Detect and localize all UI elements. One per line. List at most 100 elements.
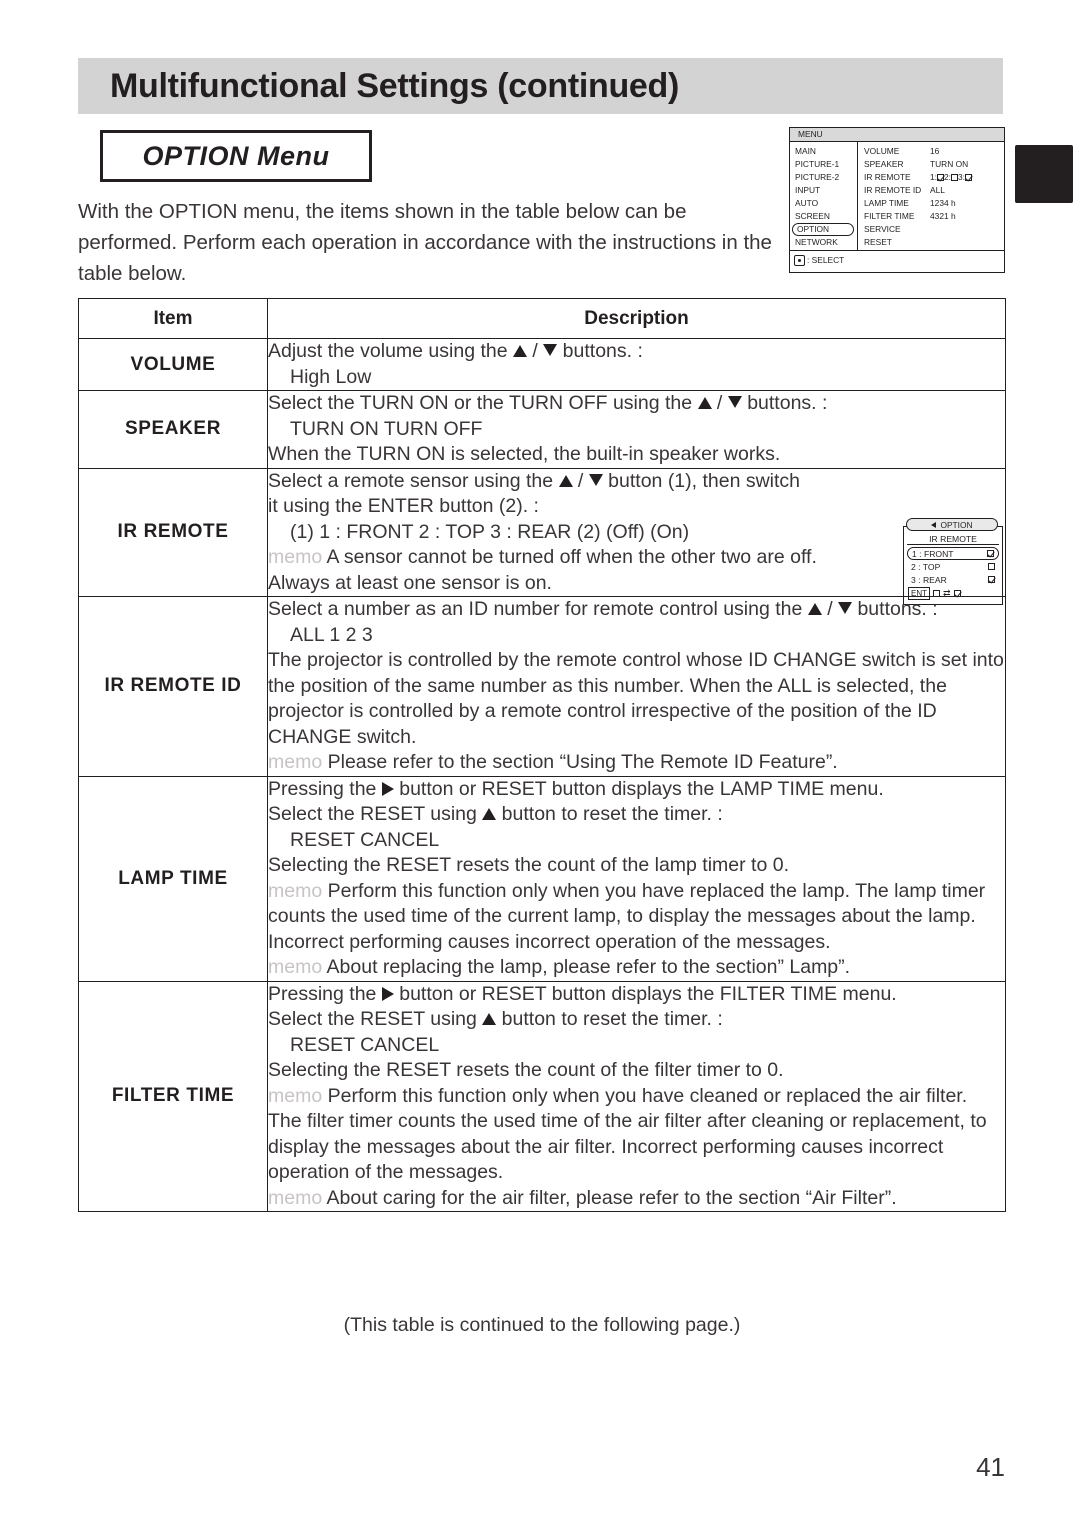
- desc-text: Perform this function only when you have…: [268, 1084, 987, 1184]
- osd-value-speaker: TURN ON: [930, 159, 969, 169]
- desc-line: When the TURN ON is selected, the built-…: [268, 443, 781, 465]
- triangle-down-icon: [727, 396, 742, 408]
- osd-row-volume[interactable]: VOLUME 16: [864, 145, 1004, 158]
- desc-text: About replacing the lamp, please refer t…: [322, 956, 851, 978]
- item-label-ir-remote: IR REMOTE: [78, 467, 268, 597]
- desc-line: The projector is controlled by the remot…: [268, 649, 1004, 748]
- desc-line-options: High Low: [290, 365, 372, 388]
- desc-line: Selecting the RESET resets the count of …: [268, 854, 789, 876]
- option-menu-table: Item Description VOLUME Adjust the volum…: [78, 298, 1006, 1212]
- desc-text: Select the TURN ON or the TURN OFF using…: [268, 392, 698, 414]
- desc-line: Adjust the volume using the / buttons. :: [268, 339, 1005, 365]
- item-label-volume: VOLUME: [78, 338, 268, 391]
- checkbox-sensor-2-icon: [951, 174, 958, 181]
- desc-text: buttons. :: [557, 340, 643, 362]
- desc-text: /: [821, 598, 839, 620]
- intro-paragraph: With the OPTION menu, the items shown in…: [78, 200, 772, 285]
- osd-row-lamp-time[interactable]: LAMP TIME 1234 h: [864, 197, 1004, 210]
- memo-label: memo: [268, 751, 323, 773]
- desc-line: Select the RESET using button to reset t…: [268, 802, 1005, 828]
- memo-label: memo: [268, 1186, 323, 1209]
- desc-text: button to reset the timer. :: [496, 803, 723, 825]
- desc-line-options: TURN ON TURN OFF: [290, 417, 483, 440]
- osd-row-ir-remote-id[interactable]: IR REMOTE ID ALL: [864, 184, 1004, 197]
- desc-text: /: [711, 392, 728, 414]
- osd-menu-item-main[interactable]: MAIN: [795, 145, 857, 158]
- desc-text: buttons. :: [852, 598, 938, 620]
- osd-row-ir-remote[interactable]: IR REMOTE 1: 2: 3:: [864, 171, 1004, 184]
- desc-line-options: RESET CANCEL: [290, 1033, 440, 1056]
- triangle-up-icon: [807, 603, 822, 615]
- desc-text: Pressing the: [268, 777, 382, 800]
- osd-row-filter-time[interactable]: FILTER TIME 4321 h: [864, 210, 1004, 223]
- desc-line: it using the ENTER button (2). :: [268, 495, 539, 517]
- description-lamp-time: Pressing the button or RESET button disp…: [267, 775, 1006, 982]
- desc-line-memo: memo A sensor cannot be turned off when …: [268, 545, 1005, 571]
- osd-key-service: SERVICE: [864, 224, 901, 234]
- osd-footer: : SELECT: [790, 250, 1004, 270]
- memo-label: memo: [268, 1084, 323, 1107]
- checkbox-sensor-1-icon: [937, 174, 944, 181]
- osd-menu-item-auto[interactable]: AUTO: [795, 197, 857, 210]
- column-header-description: Description: [267, 298, 1006, 339]
- table-row: SPEAKER Select the TURN ON or the TURN O…: [78, 390, 1006, 469]
- item-label-filter-time: FILTER TIME: [78, 980, 268, 1212]
- dpad-icon: [794, 255, 805, 266]
- desc-text: Pressing the: [268, 982, 382, 1005]
- osd-menu-item-network[interactable]: NETWORK: [795, 236, 857, 249]
- osd-value-volume: 16: [930, 146, 940, 156]
- osd-menu-item-input[interactable]: INPUT: [795, 184, 857, 197]
- desc-text: Select the RESET using: [268, 1008, 483, 1030]
- triangle-up-icon: [512, 345, 527, 357]
- description-speaker: Select the TURN ON or the TURN OFF using…: [267, 390, 1006, 469]
- desc-line-memo: memo About caring for the air filter, pl…: [268, 1186, 1005, 1212]
- item-label-ir-remote-id: IR REMOTE ID: [78, 596, 268, 777]
- desc-text: buttons. :: [741, 392, 828, 414]
- osd-footer-label: : SELECT: [807, 255, 845, 266]
- osd-key-reset: RESET: [864, 237, 892, 247]
- desc-line-memo: memo About replacing the lamp, please re…: [268, 955, 1005, 981]
- triangle-up-icon: [697, 397, 712, 409]
- desc-text: /: [526, 340, 544, 362]
- desc-line: Select a remote sensor using the / butto…: [268, 469, 1005, 495]
- desc-text: About caring for the air filter, please …: [322, 1186, 897, 1209]
- desc-line: Selecting the RESET resets the count of …: [268, 1059, 784, 1081]
- osd-menu-item-picture-2[interactable]: PICTURE-2: [795, 171, 857, 184]
- osd-right-column: VOLUME 16 SPEAKER TURN ON IR REMOTE 1: 2:…: [858, 142, 1004, 250]
- osd-value-reset: [930, 236, 1004, 249]
- osd-sub-back-tab[interactable]: OPTION: [906, 518, 998, 531]
- desc-text: button or RESET button displays the FILT…: [393, 982, 897, 1005]
- osd-menu-item-screen[interactable]: SCREEN: [795, 210, 857, 223]
- desc-text: Adjust the volume using the: [268, 340, 513, 362]
- continued-note: (This table is continued to the followin…: [343, 1314, 741, 1336]
- osd-key-ir-remote: IR REMOTE: [864, 172, 911, 182]
- osd-menu-item-picture-1[interactable]: PICTURE-1: [795, 158, 857, 171]
- desc-line: Pressing the button or RESET button disp…: [268, 777, 1005, 803]
- osd-row-speaker[interactable]: SPEAKER TURN ON: [864, 158, 1004, 171]
- desc-line-memo: memo Please refer to the section “Using …: [268, 750, 1005, 776]
- memo-label: memo: [268, 546, 323, 568]
- memo-label: memo: [268, 956, 323, 978]
- osd-key-filter-time: FILTER TIME: [864, 211, 915, 221]
- page-title: Multifunctional Settings (continued): [110, 67, 680, 105]
- triangle-right-icon: [381, 781, 394, 796]
- osd-menu-item-option-selected[interactable]: OPTION: [792, 223, 854, 236]
- page-number: 41: [976, 1452, 1005, 1482]
- desc-line-options: RESET CANCEL: [290, 828, 440, 851]
- osd-row-service[interactable]: SERVICE: [864, 223, 1004, 236]
- section-title-box: OPTION Menu: [100, 130, 372, 182]
- osd-key-volume: VOLUME: [864, 146, 900, 156]
- osd-titlebar-label: MENU: [798, 129, 823, 140]
- desc-text: button to reset the timer. :: [496, 1008, 723, 1030]
- table-row: FILTER TIME Pressing the button or RESET…: [78, 980, 1006, 1212]
- triangle-down-icon: [588, 473, 603, 486]
- osd-row-reset[interactable]: RESET: [864, 236, 1004, 249]
- desc-text: Please refer to the section “Using The R…: [322, 751, 838, 773]
- chevron-left-icon: [931, 521, 937, 528]
- table-row: VOLUME Adjust the volume using the / but…: [78, 338, 1006, 391]
- osd-value-service: [930, 223, 1004, 236]
- osd-value-ir-remote-id: ALL: [930, 185, 945, 195]
- triangle-up-icon: [482, 808, 497, 820]
- desc-text: Select the RESET using: [268, 803, 483, 825]
- osd-key-ir-remote-id: IR REMOTE ID: [864, 185, 922, 195]
